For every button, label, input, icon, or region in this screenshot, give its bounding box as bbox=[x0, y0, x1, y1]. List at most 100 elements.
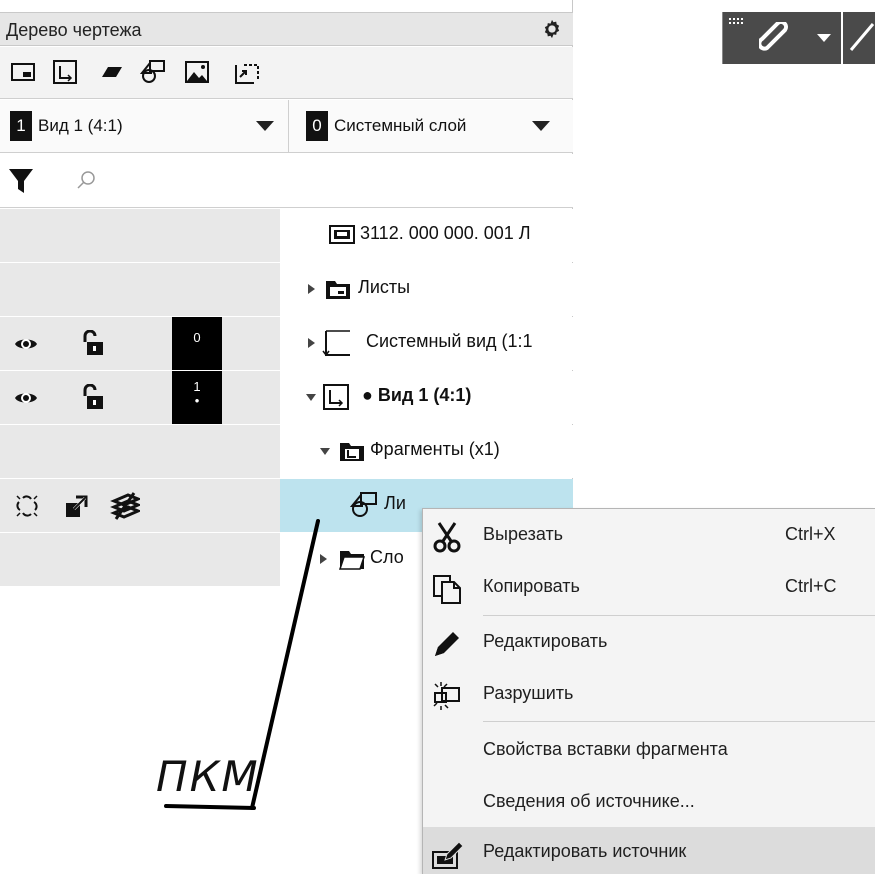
tree-row-sheets[interactable]: Листы bbox=[0, 263, 573, 316]
layer-select-value: Системный слой bbox=[334, 116, 467, 135]
menu-separator bbox=[483, 721, 875, 722]
tree-row-system-view[interactable]: 0 Системный вид (1:1 bbox=[0, 317, 573, 370]
view-axes-icon[interactable] bbox=[52, 59, 78, 85]
line-tool-icon[interactable] bbox=[849, 22, 875, 52]
layer-number: 1 bbox=[193, 379, 201, 394]
row-controls bbox=[0, 479, 280, 532]
row-content: Системный вид (1:1 bbox=[280, 317, 573, 370]
view-layer-selectors: 1 Вид 1 (4:1) 0 Системный слой bbox=[0, 100, 573, 153]
panel-title: Дерево чертежа bbox=[6, 20, 142, 40]
selector-divider bbox=[288, 100, 289, 153]
search-input[interactable] bbox=[104, 166, 554, 196]
chevron-down-icon[interactable] bbox=[256, 121, 274, 131]
menu-item-label: Вырезать bbox=[483, 524, 564, 544]
menu-item-label: Разрушить bbox=[483, 683, 574, 703]
unlock-icon[interactable] bbox=[82, 384, 104, 410]
collapse-arrow-icon[interactable] bbox=[306, 394, 316, 401]
copy-icon bbox=[433, 575, 461, 604]
view-select-value: Вид 1 (4:1) bbox=[38, 116, 123, 135]
row-content: ● Вид 1 (4:1) bbox=[280, 371, 573, 424]
menu-item-edit[interactable]: Редактировать bbox=[423, 617, 875, 669]
layer-select-number: 0 bbox=[306, 111, 328, 141]
active-dot: • bbox=[194, 393, 200, 408]
row-controls bbox=[0, 263, 280, 316]
menu-item-label: Свойства вставки фрагмента bbox=[483, 739, 728, 759]
open-external-icon[interactable] bbox=[64, 493, 90, 519]
chevron-down-icon[interactable] bbox=[532, 121, 550, 131]
expand-arrow-icon[interactable] bbox=[308, 284, 315, 294]
row-controls: 0 bbox=[0, 317, 280, 370]
menu-item-shortcut: Ctrl+C bbox=[785, 576, 837, 596]
folder-fragments-icon bbox=[340, 443, 364, 461]
eye-icon[interactable] bbox=[14, 386, 38, 410]
eye-icon[interactable] bbox=[14, 332, 38, 356]
menu-item-copy[interactable]: Копировать Ctrl+C bbox=[423, 562, 875, 614]
layer-select[interactable]: 0 Системный слой bbox=[306, 110, 566, 142]
annotation-label: ПКМ bbox=[156, 752, 260, 801]
folder-sheets-icon bbox=[326, 281, 350, 299]
view-rect-icon[interactable] bbox=[10, 59, 36, 85]
tree-row-document[interactable]: 3112. 000 000. 001 Л bbox=[0, 209, 573, 262]
row-content: 3112. 000 000. 001 Л bbox=[280, 209, 573, 262]
toolbar-divider bbox=[841, 12, 843, 64]
edit-source-icon bbox=[432, 841, 463, 869]
menu-item-explode[interactable]: Разрушить bbox=[423, 669, 875, 721]
search-icon bbox=[77, 171, 95, 189]
expand-arrow-icon[interactable] bbox=[320, 554, 327, 564]
context-menu: Вырезать Ctrl+X Копировать Ctrl+C Редакт… bbox=[422, 508, 875, 874]
insert-view-icon[interactable] bbox=[234, 59, 260, 85]
expand-arrow-icon[interactable] bbox=[308, 338, 315, 348]
row-content: Листы bbox=[280, 263, 573, 316]
scissors-icon bbox=[433, 522, 461, 553]
row-controls bbox=[0, 533, 280, 586]
layer-number-badge: 0 bbox=[172, 317, 222, 370]
system-view-icon bbox=[322, 330, 350, 357]
menu-item-insert-properties[interactable]: Свойства вставки фрагмента bbox=[423, 725, 875, 777]
menu-item-edit-source[interactable]: Редактировать источник bbox=[423, 827, 875, 874]
view-select[interactable]: 1 Вид 1 (4:1) bbox=[10, 110, 280, 142]
tree-row-label: Фрагменты (х1) bbox=[370, 439, 500, 459]
view-select-number: 1 bbox=[10, 111, 32, 141]
grip-icon[interactable] bbox=[729, 18, 743, 28]
panel-header: Дерево чертежа bbox=[0, 12, 573, 46]
tree-row-label: Системный вид (1:1 bbox=[366, 331, 533, 351]
unlink-icon[interactable] bbox=[14, 493, 40, 519]
row-controls bbox=[0, 209, 280, 262]
layer-number-badge: 1 • bbox=[172, 371, 222, 424]
image-icon[interactable] bbox=[184, 59, 210, 85]
drawing-toolbar bbox=[722, 12, 875, 64]
folder-icon bbox=[338, 551, 366, 570]
fragment-icon[interactable] bbox=[140, 59, 166, 85]
row-controls: 1 • bbox=[0, 371, 280, 424]
tree-row-label: Листы bbox=[358, 277, 411, 297]
row-controls bbox=[0, 425, 280, 478]
row-content: Фрагменты (х1) bbox=[280, 425, 573, 478]
drawing-document-icon bbox=[329, 225, 355, 244]
layers-strikethrough-icon[interactable] bbox=[110, 491, 140, 521]
gear-icon[interactable] bbox=[541, 18, 563, 40]
menu-item-source-info[interactable]: Сведения об источнике... bbox=[423, 777, 875, 829]
tree-row-label: 3112. 000 000. 001 Л bbox=[360, 223, 531, 243]
menu-separator bbox=[483, 615, 875, 616]
menu-item-label: Редактировать bbox=[483, 631, 608, 651]
collapse-arrow-icon[interactable] bbox=[320, 448, 330, 455]
menu-item-label: Редактировать источник bbox=[483, 841, 687, 861]
menu-item-cut[interactable]: Вырезать Ctrl+X bbox=[423, 510, 875, 562]
pencil-icon bbox=[435, 632, 459, 656]
tree-row-view-1[interactable]: 1 • ● Вид 1 (4:1) bbox=[0, 371, 573, 424]
chevron-down-icon[interactable] bbox=[817, 34, 831, 42]
menu-item-shortcut: Ctrl+X bbox=[785, 524, 836, 544]
filter-row bbox=[0, 154, 573, 208]
explode-icon bbox=[433, 682, 460, 710]
tree-row-label: ● Вид 1 (4:1) bbox=[362, 385, 472, 405]
tree-row-label: Сло bbox=[370, 547, 404, 567]
parallelogram-icon[interactable] bbox=[96, 59, 122, 85]
magnet-snap-icon[interactable] bbox=[759, 22, 791, 54]
menu-item-label: Копировать bbox=[483, 576, 580, 596]
fragment-icon bbox=[350, 492, 377, 517]
view-axes-icon bbox=[323, 384, 349, 410]
unlock-icon[interactable] bbox=[82, 330, 104, 356]
filter-icon[interactable] bbox=[8, 167, 34, 195]
tree-row-fragments[interactable]: Фрагменты (х1) bbox=[0, 425, 573, 478]
menu-item-label: Сведения об источнике... bbox=[483, 791, 695, 811]
